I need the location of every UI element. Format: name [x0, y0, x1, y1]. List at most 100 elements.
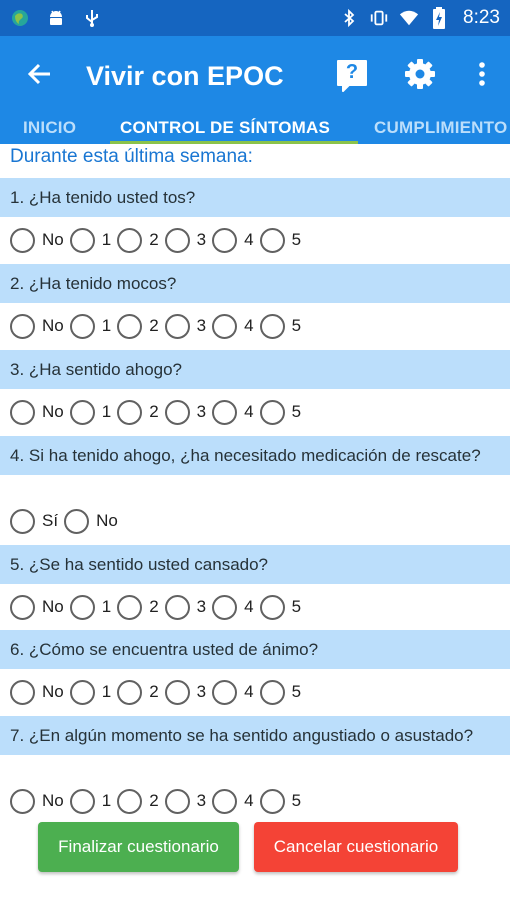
option-5[interactable]: 5 [259, 313, 301, 339]
radio-button[interactable] [10, 594, 35, 620]
question-7: 7. ¿En algún momento se ha sentido angus… [0, 716, 510, 755]
radio-button[interactable] [259, 227, 285, 253]
option-1[interactable]: 1 [69, 313, 111, 339]
option-no[interactable]: No [64, 508, 118, 534]
radio-button[interactable] [10, 788, 35, 814]
radio-button[interactable] [69, 227, 95, 253]
option-5[interactable]: 5 [259, 399, 301, 425]
radio-button[interactable] [259, 313, 285, 339]
option-2[interactable]: 2 [117, 399, 159, 425]
option-5[interactable]: 5 [259, 788, 301, 814]
option-4[interactable]: 4 [212, 594, 254, 620]
option-3[interactable]: 3 [164, 313, 206, 339]
radio-button[interactable] [64, 508, 90, 534]
usb-icon [82, 8, 102, 28]
question-5-options: No 1 2 3 4 5 [0, 584, 510, 630]
option-2[interactable]: 2 [117, 227, 159, 253]
tab-cumplimiento[interactable]: CUMPLIMIENTO [374, 118, 507, 138]
radio-button[interactable] [10, 508, 35, 534]
question-6: 6. ¿Cómo se encuentra usted de ánimo? [0, 630, 510, 669]
radio-button[interactable] [212, 594, 238, 620]
option-5[interactable]: 5 [259, 227, 301, 253]
radio-button[interactable] [164, 679, 190, 705]
radio-button[interactable] [164, 788, 190, 814]
radio-button[interactable] [259, 679, 285, 705]
option-4[interactable]: 4 [212, 788, 254, 814]
question-1-options: No 1 2 3 4 5 [0, 217, 510, 263]
option-2[interactable]: 2 [117, 313, 159, 339]
help-icon-label: ? [345, 61, 359, 83]
radio-button[interactable] [212, 399, 238, 425]
option-3[interactable]: 3 [164, 594, 206, 620]
help-button[interactable]: ? [318, 36, 386, 116]
radio-button[interactable] [117, 594, 143, 620]
option-3[interactable]: 3 [164, 227, 206, 253]
radio-button[interactable] [117, 788, 143, 814]
radio-button[interactable] [164, 399, 190, 425]
radio-button[interactable] [212, 227, 238, 253]
option-1[interactable]: 1 [69, 399, 111, 425]
radio-button[interactable] [10, 679, 35, 705]
tab-inicio[interactable]: INICIO [23, 118, 76, 138]
radio-button[interactable] [117, 679, 143, 705]
question-4: 4. Si ha tenido ahogo, ¿ha necesitado me… [0, 436, 510, 475]
radio-button[interactable] [212, 679, 238, 705]
radio-button[interactable] [164, 227, 190, 253]
option-1[interactable]: 1 [69, 227, 111, 253]
option-2[interactable]: 2 [117, 679, 159, 705]
option-2[interactable]: 2 [117, 594, 159, 620]
help-icon: ? [335, 58, 369, 94]
option-1[interactable]: 1 [69, 788, 111, 814]
option-3[interactable]: 3 [164, 788, 206, 814]
option-no[interactable]: No [10, 313, 64, 339]
radio-button[interactable] [117, 399, 143, 425]
option-5[interactable]: 5 [259, 679, 301, 705]
option-no[interactable]: No [10, 788, 64, 814]
radio-button[interactable] [212, 313, 238, 339]
radio-button[interactable] [10, 313, 35, 339]
settings-button[interactable] [386, 36, 454, 116]
back-button[interactable] [0, 36, 80, 116]
radio-button[interactable] [10, 227, 35, 253]
radio-button[interactable] [69, 679, 95, 705]
question-3-options: No 1 2 3 4 5 [0, 389, 510, 435]
option-5[interactable]: 5 [259, 594, 301, 620]
option-1[interactable]: 1 [69, 679, 111, 705]
radio-button[interactable] [69, 594, 95, 620]
radio-button[interactable] [259, 788, 285, 814]
status-time: 8:23 [463, 7, 500, 28]
radio-button[interactable] [117, 313, 143, 339]
radio-button[interactable] [69, 399, 95, 425]
option-4[interactable]: 4 [212, 679, 254, 705]
radio-button[interactable] [69, 788, 95, 814]
option-no[interactable]: No [10, 679, 64, 705]
arrow-back-icon [26, 60, 54, 92]
option-4[interactable]: 4 [212, 227, 254, 253]
option-no[interactable]: No [10, 594, 64, 620]
option-4[interactable]: 4 [212, 313, 254, 339]
option-4[interactable]: 4 [212, 399, 254, 425]
overflow-menu-button[interactable] [454, 36, 510, 116]
option-si[interactable]: Sí [10, 508, 58, 534]
option-3[interactable]: 3 [164, 399, 206, 425]
option-2[interactable]: 2 [117, 788, 159, 814]
app-bar: Vivir con EPOC ? [0, 36, 510, 116]
option-3[interactable]: 3 [164, 679, 206, 705]
radio-button[interactable] [164, 313, 190, 339]
vibrate-icon [369, 8, 389, 28]
radio-button[interactable] [164, 594, 190, 620]
tab-control-de-sintomas[interactable]: CONTROL DE SÍNTOMAS [120, 118, 330, 138]
option-no[interactable]: No [10, 399, 64, 425]
cancel-questionnaire-button[interactable]: Cancelar cuestionario [254, 822, 458, 872]
wifi-icon [399, 8, 419, 28]
radio-button[interactable] [69, 313, 95, 339]
option-1[interactable]: 1 [69, 594, 111, 620]
radio-button[interactable] [117, 227, 143, 253]
option-no[interactable]: No [10, 227, 64, 253]
finish-questionnaire-button[interactable]: Finalizar cuestionario [38, 822, 239, 872]
radio-button[interactable] [259, 594, 285, 620]
action-buttons: Finalizar cuestionario Cancelar cuestion… [0, 822, 510, 876]
radio-button[interactable] [212, 788, 238, 814]
radio-button[interactable] [10, 399, 35, 425]
radio-button[interactable] [259, 399, 285, 425]
